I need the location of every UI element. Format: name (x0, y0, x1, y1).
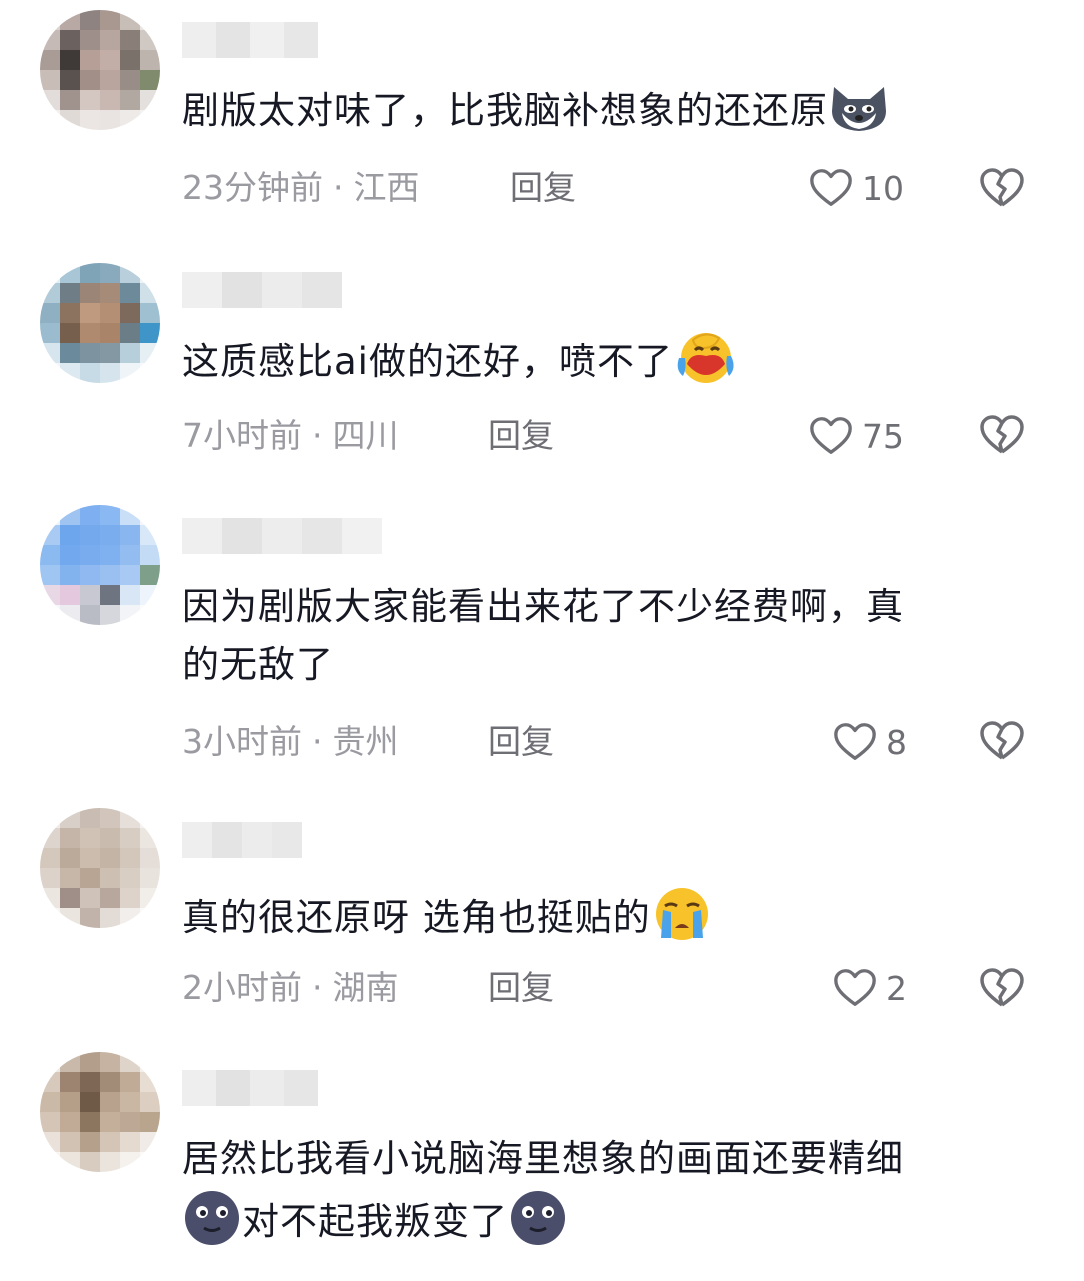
comment-time: 3小时前 (182, 722, 302, 761)
username-blurred[interactable] (182, 22, 318, 58)
crying-emoji (651, 884, 713, 959)
comment-text: 剧版太对味了，比我脑补想象的还还原 (182, 82, 1036, 152)
like-button[interactable]: 75 (808, 410, 904, 462)
avatar[interactable] (40, 808, 160, 928)
like-count: 8 (886, 722, 907, 762)
like-button[interactable]: 10 (808, 162, 904, 214)
broken-heart-icon[interactable] (978, 964, 1026, 1012)
like-button[interactable]: 8 (832, 716, 907, 768)
username-blurred[interactable] (182, 518, 382, 554)
reply-button[interactable]: 回复 (488, 962, 554, 1014)
like-button[interactable]: 2 (832, 962, 907, 1014)
comment-text: 居然比我看小说脑海里想象的画面还要精细 对不起我叛变了 (182, 1130, 1036, 1263)
comment-meta: 23分钟前 · 江西 (182, 168, 420, 207)
dark-moon-face-emoji (508, 1188, 568, 1263)
avatar[interactable] (40, 1052, 160, 1172)
comment-location: 湖南 (332, 968, 399, 1007)
like-count: 10 (862, 168, 904, 208)
username-blurred[interactable] (182, 272, 342, 308)
comment-meta: 3小时前 · 贵州 (182, 722, 399, 761)
broken-heart-icon[interactable] (978, 717, 1026, 765)
comment-time: 2小时前 (182, 968, 302, 1007)
heart-icon (834, 969, 876, 1006)
avatar[interactable] (40, 505, 160, 625)
heart-icon (810, 417, 852, 454)
comment-location: 江西 (353, 168, 420, 207)
username-blurred[interactable] (182, 822, 302, 858)
heart-icon (834, 723, 876, 760)
comment-time: 7小时前 (182, 416, 302, 455)
comment-location: 四川 (332, 416, 399, 455)
comment-time: 23分钟前 (182, 168, 323, 207)
comment-meta: 2小时前 · 湖南 (182, 968, 399, 1007)
comment-text: 这质感比ai做的还好，喷不了 (182, 328, 1036, 403)
laughing-crying-emoji (673, 328, 737, 403)
comment-text: 因为剧版大家能看出来花了不少经费啊，真 的无敌了 (182, 585, 904, 686)
avatar[interactable] (40, 263, 160, 383)
like-count: 2 (886, 968, 907, 1008)
comment-location: 贵州 (332, 722, 399, 761)
reply-button[interactable]: 回复 (488, 410, 554, 462)
broken-heart-icon[interactable] (978, 411, 1026, 459)
broken-heart-icon[interactable] (978, 164, 1026, 212)
comment-text: 真的很还原呀 选角也挺贴的 (182, 884, 1036, 959)
heart-icon (810, 169, 852, 206)
avatar[interactable] (40, 10, 160, 130)
reply-button[interactable]: 回复 (488, 716, 554, 768)
wolf-dog-emoji (828, 83, 890, 152)
comment-meta: 7小时前 · 四川 (182, 416, 399, 455)
like-count: 75 (862, 416, 904, 456)
dark-moon-face-emoji (182, 1188, 242, 1263)
username-blurred[interactable] (182, 1070, 318, 1106)
reply-button[interactable]: 回复 (510, 162, 576, 214)
